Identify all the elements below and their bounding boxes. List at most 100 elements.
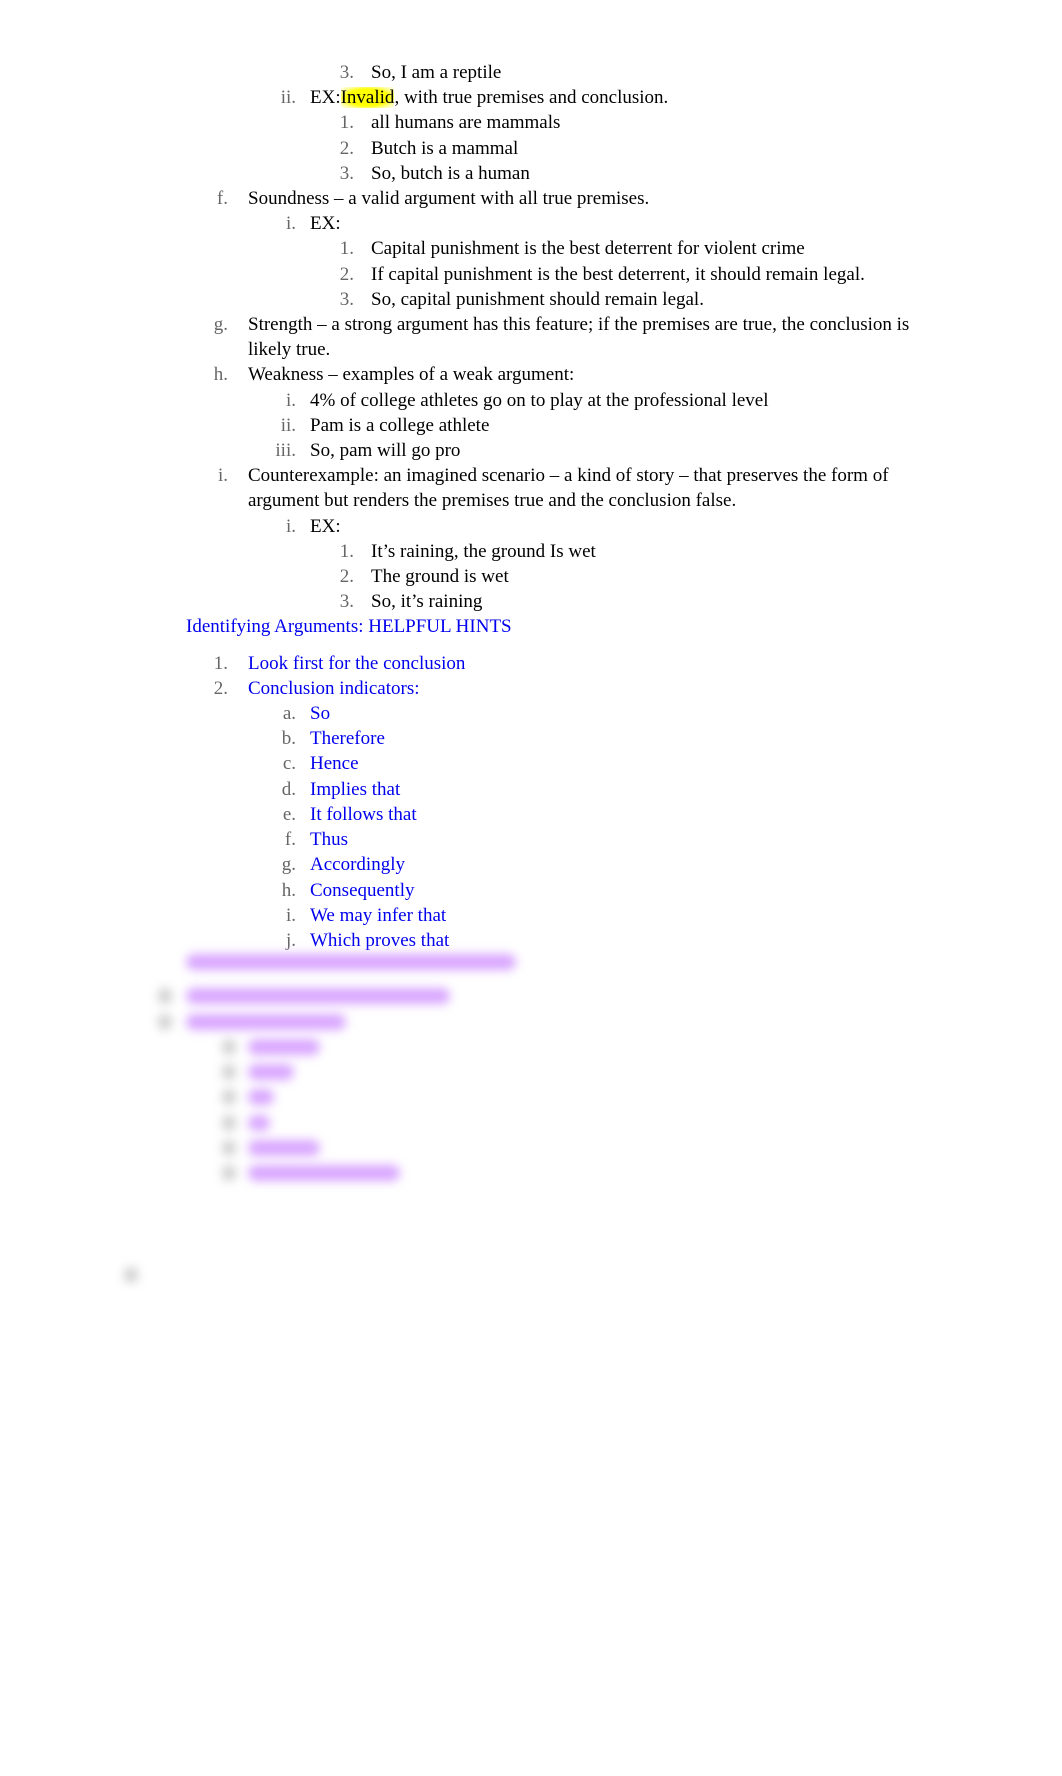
list-item-text: all humans are mammals: [371, 112, 561, 134]
rest-text: , with true premises and conclusion.: [394, 87, 669, 109]
list-item-text: 4% of college athletes go on to play at …: [310, 389, 769, 411]
list-item: 2. Butch is a mammal: [0, 136, 1062, 161]
list-marker: e.: [282, 803, 296, 825]
list-item: b. Therefore: [0, 726, 1062, 751]
highlighted-word: Invalid: [340, 87, 395, 109]
list-item-text: EX:Invalid, with true premises and concl…: [310, 85, 916, 110]
list-marker: 2.: [339, 566, 354, 588]
list-marker: 2.: [339, 137, 354, 159]
list-item: g. Strength – a strong argument has this …: [0, 312, 1062, 362]
list-item: iii. So, pam will go pro: [0, 438, 1062, 463]
list-item-text: The ground is wet: [371, 566, 509, 588]
blurred-marker: [222, 1064, 236, 1080]
list-item-text: Implies that: [310, 778, 401, 800]
list-item-text: EX:: [310, 515, 341, 537]
list-item-text: So, capital punishment should remain leg…: [371, 288, 704, 310]
list-item-text: Therefore: [310, 728, 385, 750]
list-item-text: Butch is a mammal: [371, 137, 519, 159]
list-item: 2. The ground is wet: [0, 564, 1062, 589]
list-item: ii. EX:Invalid, with true premises and co…: [0, 85, 1062, 110]
list-item-text: Accordingly: [310, 854, 405, 876]
list-item: 1. Capital punishment is the best deterre…: [0, 236, 1062, 261]
blurred-line: [248, 1089, 274, 1105]
list-marker: 3.: [339, 591, 354, 613]
list-item-text: So, I am a reptile: [371, 62, 502, 83]
list-marker: i.: [285, 213, 296, 235]
list-item-text: Look first for the conclusion: [248, 652, 466, 674]
list-item: i. Counterexample: an imagined scenario –…: [0, 463, 1062, 513]
list-item: 1. all humans are mammals: [0, 110, 1062, 135]
list-marker: 1.: [339, 540, 354, 562]
list-marker: 1.: [339, 238, 354, 260]
list-marker: 3.: [339, 62, 354, 83]
list-item-text: Weakness – examples of a weak argument:: [248, 364, 575, 386]
blurred-heading: [186, 954, 516, 970]
list-marker: b.: [281, 728, 296, 750]
list-item-text: If capital punishment is the best deterr…: [371, 263, 865, 285]
list-item: i. We may infer that: [0, 903, 1062, 928]
list-item: i. EX:: [0, 514, 1062, 539]
blurred-marker: [222, 1165, 236, 1181]
blurred-marker: [222, 1140, 236, 1156]
list-item-text: So: [310, 703, 331, 725]
list-item: i. EX:: [0, 211, 1062, 236]
list-item-text: So, butch is a human: [371, 162, 530, 184]
list-item-text: Hence: [310, 753, 359, 775]
list-marker: f.: [284, 829, 296, 851]
list-item: 2. Conclusion indicators:: [0, 676, 1062, 701]
list-item-text: Soundness – a valid argument with all tr…: [248, 188, 650, 210]
list-marker: h.: [213, 364, 228, 386]
list-item: d. Implies that: [0, 777, 1062, 802]
list-marker: g.: [281, 854, 296, 876]
list-item-text: Capital punishment is the best deterrent…: [371, 238, 805, 260]
list-marker: g.: [213, 314, 228, 336]
list-item: g. Accordingly: [0, 852, 1062, 877]
list-item: i. 4% of college athletes go on to play a…: [0, 388, 1062, 413]
list-marker: c.: [282, 753, 296, 775]
list-item: e. It follows that: [0, 802, 1062, 827]
list-marker: i.: [285, 389, 296, 411]
list-marker: 1.: [339, 112, 354, 134]
list-marker: 2.: [213, 677, 228, 699]
blurred-marker: [158, 1014, 172, 1030]
list-item: h. Consequently: [0, 878, 1062, 903]
list-item: c. Hence: [0, 751, 1062, 776]
list-marker: ii.: [280, 87, 296, 109]
list-item-text: Strength – a strong argument has this fe…: [248, 314, 910, 361]
list-item-text: So, pam will go pro: [310, 440, 461, 462]
blurred-content: [0, 950, 1062, 1290]
blurred-marker: [158, 988, 172, 1004]
blurred-line: [248, 1064, 294, 1080]
blurred-line: [186, 988, 450, 1004]
blurred-line: [186, 1014, 346, 1030]
list-item: h. Weakness – examples of a weak argument…: [0, 362, 1062, 387]
list-item: 3. So, it’s raining: [0, 589, 1062, 614]
list-marker: ii.: [280, 414, 296, 436]
list-item-text: Consequently: [310, 879, 415, 901]
list-item-text: Identifying Arguments: HELPFUL HINTS: [186, 616, 512, 638]
list-item: 1. It’s raining, the ground Is wet: [0, 539, 1062, 564]
list-item-text: We may infer that: [310, 904, 447, 926]
list-marker: 2.: [339, 263, 354, 285]
list-item: f. Thus: [0, 827, 1062, 852]
list-item-text: EX:: [310, 213, 341, 235]
list-marker: i.: [217, 465, 228, 487]
list-item-text: It follows that: [310, 803, 417, 825]
list-item-text: Conclusion indicators:: [248, 677, 420, 699]
list-marker: 1.: [213, 652, 228, 674]
blurred-line: [248, 1165, 400, 1181]
list-item-text: It’s raining, the ground Is wet: [371, 540, 596, 562]
blurred-marker: [222, 1089, 236, 1105]
document-body: 3. So, I am a reptile ii. EX:Invalid, with …: [0, 60, 1062, 953]
list-item: 3. So, I am a reptile: [0, 60, 1062, 85]
blurred-footer-mark: [124, 1267, 138, 1283]
list-item-text: Counterexample: an imagined scenario – a…: [248, 465, 889, 512]
list-marker: f.: [216, 188, 228, 210]
prefix-text: EX:: [310, 87, 341, 109]
list-item-text: Thus: [310, 829, 348, 851]
list-marker: 3.: [339, 288, 354, 310]
list-item: 1. Look first for the conclusion: [0, 651, 1062, 676]
list-marker: h.: [281, 879, 296, 901]
list-item-text: So, it’s raining: [371, 591, 483, 613]
